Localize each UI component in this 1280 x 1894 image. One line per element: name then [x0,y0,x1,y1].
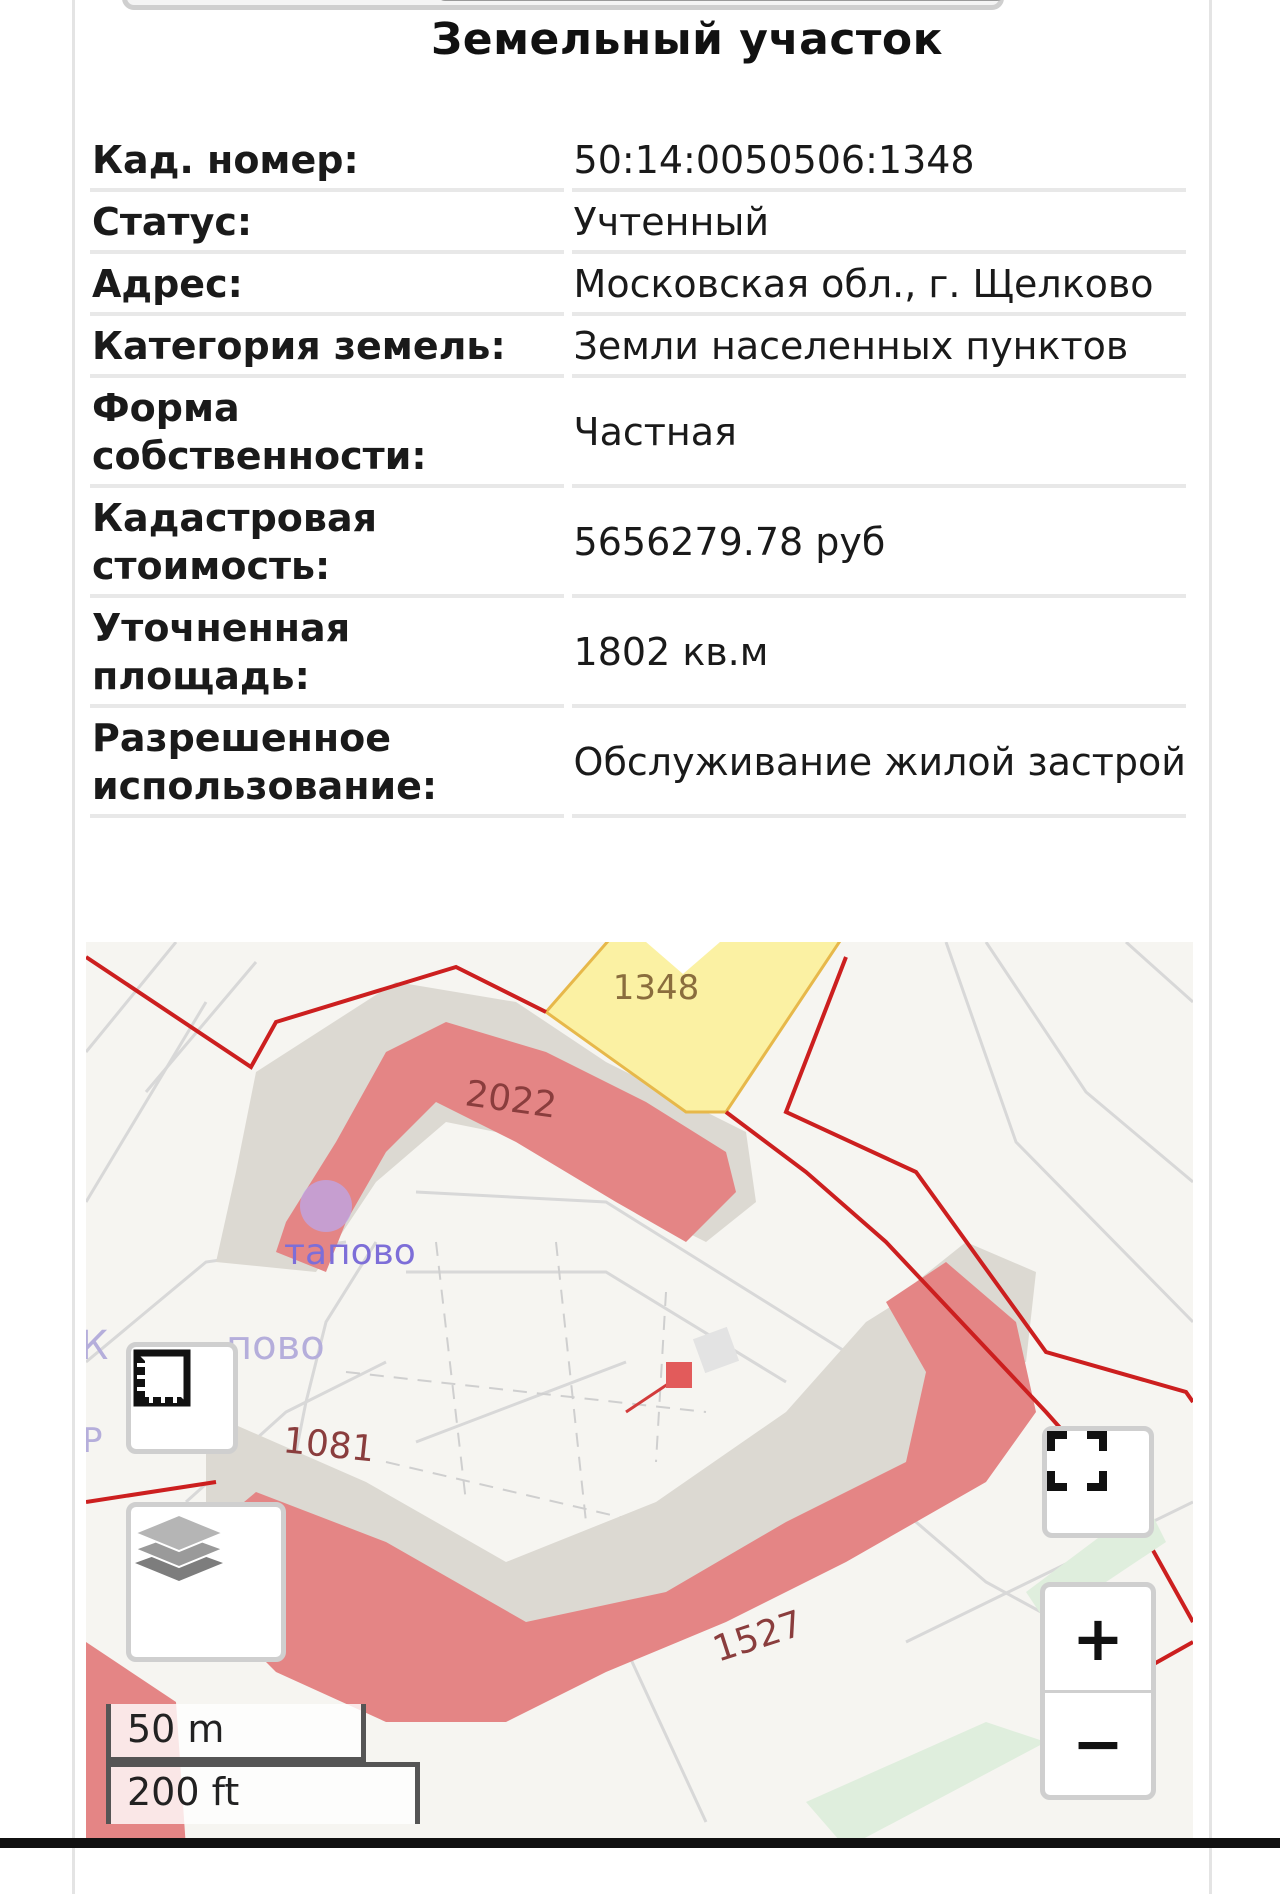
property-key-text: Форма собственности [92,386,412,478]
property-row: Форма собственности: Частная [90,378,1186,488]
property-value: 1802 кв.м [571,598,1186,708]
property-key: Категория земель: [90,316,564,378]
property-row: Категория земель: Земли населенных пункто… [90,316,1186,378]
poi-marker[interactable] [300,1180,352,1232]
property-key: Кадастровая стоимость: [90,488,564,598]
property-key-text: Категория земель [92,324,491,368]
property-key-text: Адрес [92,262,228,306]
property-key: Форма собственности: [90,378,564,488]
fullscreen-icon [1047,1431,1107,1491]
layers-button[interactable] [126,1502,286,1662]
parcel-label-1348: 1348 [613,968,700,1008]
top-tab-bar[interactable] [122,0,1005,10]
property-key-text: Разрешенное использование [92,716,422,808]
scale-imperial: 200 ft [106,1762,420,1824]
map-pointer-notch [646,942,720,974]
property-row: Кадастровая стоимость: 5656279.78 руб [90,488,1186,598]
small-structure [692,1326,740,1374]
property-key: Статус: [90,192,564,254]
place-label-r: Р [86,1421,103,1461]
zoom-control: + − [1040,1582,1156,1800]
fullscreen-button[interactable] [1042,1426,1154,1538]
property-key-text: Уточненная площадь [92,606,351,698]
place-label-k: К [86,1323,108,1369]
property-key: Адрес: [90,254,564,316]
property-value: 50:14:0050506:1348 [571,130,1186,192]
property-value: Частная [571,378,1186,488]
property-key-text: Кадастровая стоимость [92,496,377,588]
bottom-system-bar [0,1838,1280,1848]
property-row: Адрес: Московская обл., г. Щелково [90,254,1186,316]
property-value: 5656279.78 руб [571,488,1186,598]
property-value: Обслуживание жилой застрой [571,708,1186,818]
property-key: Кад. номер: [90,130,564,192]
property-key-text: Кад. номер [92,138,344,182]
properties-table: Кад. номер: 50:14:0050506:1348 Статус: Учте… [82,130,1194,818]
layers-icon [132,1513,226,1581]
property-row: Статус: Учтенный [90,192,1186,254]
property-key: Разрешенное использование: [90,708,564,818]
property-key-text: Статус [92,200,237,244]
property-row: Кад. номер: 50:14:0050506:1348 [90,130,1186,192]
property-value: Московская обл., г. Щелково [571,254,1186,316]
ruler-button[interactable] [126,1342,238,1454]
page-title: Земельный участок [430,14,944,65]
property-row: Разрешенное использование: Обслуживание ж… [90,708,1186,818]
ruler-icon [133,1349,191,1407]
property-row: Уточненная площадь: 1802 кв.м [90,598,1186,708]
entrance-marker [666,1362,692,1388]
property-value: Учтенный [571,192,1186,254]
property-key: Уточненная площадь: [90,598,564,708]
zoom-out-button[interactable]: − [1045,1693,1151,1796]
active-tab[interactable] [437,0,1005,1]
map-view[interactable]: 1348 2022 1081 1527 тапово К пово Р + − … [86,942,1193,1848]
place-label-tapovo: тапово [284,1232,416,1273]
scale-metric: 50 m [106,1704,366,1762]
property-value: Земли населенных пунктов [571,316,1186,378]
place-label-povo: пово [226,1323,325,1369]
zoom-in-button[interactable]: + [1045,1587,1151,1693]
